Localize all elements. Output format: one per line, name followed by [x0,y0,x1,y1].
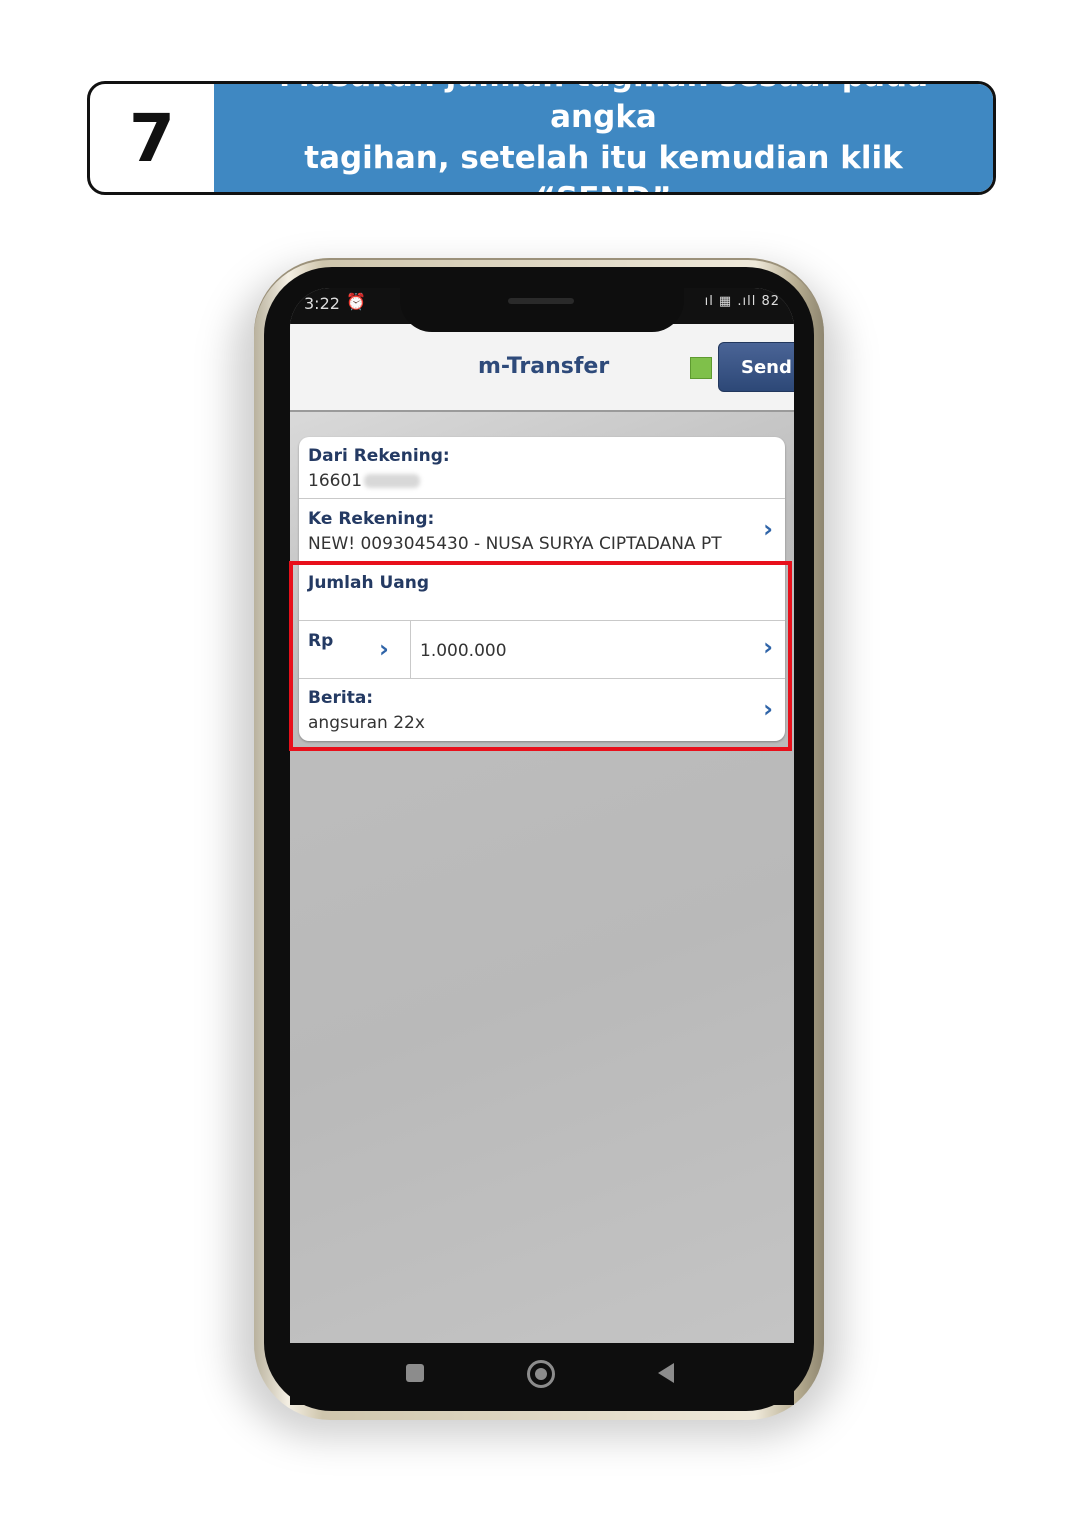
step-number: 7 [129,99,175,177]
chevron-right-icon: › [763,515,773,543]
android-nav-bar [290,1343,794,1405]
speaker-grille [508,298,574,304]
from-account-value: 16601 [308,471,421,491]
alarm-icon: ⏰ [346,292,366,311]
masked-digits [364,474,421,488]
send-button[interactable]: Send [718,342,794,392]
phone-notch [400,286,684,332]
from-account-label: Dari Rekening: [308,446,450,466]
page-title: m-Transfer [478,354,610,379]
step-instruction: Masukan jumlah tagihan sesuai pada angka… [214,84,993,192]
from-account-row: Dari Rekening: 16601 [299,437,785,499]
home-icon[interactable] [527,1360,555,1388]
step-banner: 7 Masukan jumlah tagihan sesuai pada ang… [87,81,996,195]
from-account-number: 16601 [308,471,363,491]
status-icons: ıl ▦ .ıll 82 [704,294,780,309]
step-instruction-line1: Masukan jumlah tagihan sesuai pada angka [279,84,928,135]
app-header: m-Transfer Send [290,324,794,412]
highlight-box [289,561,792,751]
phone-screen: 3:22 ⏰ ıl ▦ .ıll 82 m-Transfer Send Dari… [290,288,794,1343]
to-account-row[interactable]: Ke Rekening: NEW! 0093045430 - NUSA SURY… [299,499,785,563]
back-icon[interactable] [658,1363,674,1383]
recents-icon[interactable] [406,1364,424,1382]
status-indicator-icon [690,357,712,379]
step-instruction-line2: tagihan, setelah itu kemudian klik “SEND… [304,140,903,192]
to-account-value: NEW! 0093045430 - NUSA SURYA CIPTADANA P… [308,534,722,554]
to-account-label: Ke Rekening: [308,509,435,529]
status-time: 3:22 [304,294,340,313]
